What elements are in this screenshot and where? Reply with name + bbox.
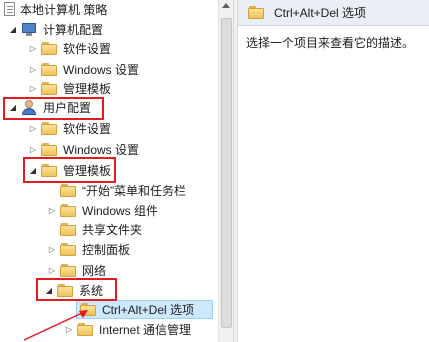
tree-item-label: “开始”菜单和任务栏 [82,184,186,198]
folder-icon [60,204,76,217]
tree-item-local-computer-policy[interactable]: 本地计算机 策略 [2,0,107,19]
collapsed-triangle-icon[interactable]: ▷ [28,39,38,58]
collapsed-triangle-icon[interactable]: ▷ [47,201,57,220]
tree-item-label: 网络 [82,264,107,278]
folder-icon [57,284,73,297]
tree-item-label: 软件设置 [63,122,112,136]
expanded-triangle-icon[interactable]: ◢ [44,281,54,300]
tree-item-label: Windows 设置 [63,63,140,77]
tree-item-label: 管理模板 [63,82,112,96]
tree-item-label: 控制面板 [82,243,131,257]
folder-icon [41,82,57,95]
user-icon [21,100,37,115]
tree-item-user-windows-settings[interactable]: ▷ Windows 设置 [28,140,139,159]
collapsed-triangle-icon[interactable]: ▷ [28,119,38,138]
folder-icon [60,184,76,197]
folder-icon [41,42,57,55]
tree-item-label: Windows 组件 [82,204,159,218]
tree-item-computer-software-settings[interactable]: ▷ 软件设置 [28,39,111,58]
tree-item-label: 软件设置 [63,42,112,56]
computer-icon [21,22,37,37]
tree-item-label: 共享文件夹 [82,223,143,237]
folder-icon [60,243,76,256]
expanded-triangle-icon[interactable]: ◢ [8,20,18,39]
tree-item-ctrl-alt-del-options[interactable]: Ctrl+Alt+Del 选项 [76,300,213,319]
folder-icon [80,303,96,316]
tree-item-user-admin-templates[interactable]: ◢ 管理模板 [28,161,111,180]
tree-item-shared-folders[interactable]: 共享文件夹 [60,220,142,239]
collapsed-triangle-icon[interactable]: ▷ [28,79,38,98]
scroll-up-arrow-icon[interactable] [222,3,230,8]
folder-icon [248,6,264,19]
tree-item-user-software-settings[interactable]: ▷ 软件设置 [28,119,111,138]
folder-icon [41,164,57,177]
folder-icon [60,223,76,236]
folder-icon [41,122,57,135]
policy-document-icon [2,1,16,18]
detail-header: Ctrl+Alt+Del 选项 [238,0,429,26]
tree-scrollbar[interactable] [218,0,233,342]
tree-item-label: 本地计算机 策略 [20,3,108,17]
detail-pane: Ctrl+Alt+Del 选项 选择一个项目来查看它的描述。 [238,0,429,342]
collapsed-triangle-icon[interactable]: ▷ [28,140,38,159]
tree-item-label: 计算机配置 [43,23,104,37]
tree-item-windows-components[interactable]: ▷ Windows 组件 [47,201,158,220]
tree-item-label: Internet 通信管理 [99,323,192,337]
folder-icon [60,264,76,277]
tree-item-internet-communication-management[interactable]: ▷ Internet 通信管理 [64,320,191,339]
tree-item-computer-admin-templates[interactable]: ▷ 管理模板 [28,79,111,98]
tree-item-label: 系统 [79,284,104,298]
tree-item-network[interactable]: ▷ 网络 [47,261,106,280]
collapsed-triangle-icon[interactable]: ▷ [47,261,57,280]
policy-tree-pane: 本地计算机 策略 ◢ 计算机配置 ▷ 软件设置 ▷ Windows 设置 ▷ 管… [0,0,218,342]
folder-icon [41,143,57,156]
tree-item-label: Ctrl+Alt+Del 选项 [102,303,195,317]
expanded-triangle-icon[interactable]: ◢ [28,161,38,180]
collapsed-triangle-icon[interactable]: ▷ [28,60,38,79]
tree-item-label: 用户配置 [43,101,92,115]
tree-item-label: 管理模板 [63,164,112,178]
collapsed-triangle-icon[interactable]: ▷ [47,240,57,259]
scrollbar-thumb[interactable] [221,18,232,328]
expanded-triangle-icon[interactable]: ◢ [8,98,18,117]
tree-item-computer-configuration[interactable]: ◢ 计算机配置 [8,20,103,39]
tree-item-system[interactable]: ◢ 系统 [44,281,103,300]
collapsed-triangle-icon[interactable]: ▷ [64,320,74,339]
folder-icon [41,63,57,76]
tree-item-start-menu-taskbar[interactable]: “开始”菜单和任务栏 [60,181,186,200]
tree-item-computer-windows-settings[interactable]: ▷ Windows 设置 [28,60,139,79]
detail-description: 选择一个项目来查看它的描述。 [246,36,415,50]
detail-header-title: Ctrl+Alt+Del 选项 [274,6,367,20]
folder-icon [77,323,93,336]
tree-item-label: Windows 设置 [63,143,140,157]
tree-item-user-configuration[interactable]: ◢ 用户配置 [8,98,91,117]
tree-item-control-panel[interactable]: ▷ 控制面板 [47,240,130,259]
